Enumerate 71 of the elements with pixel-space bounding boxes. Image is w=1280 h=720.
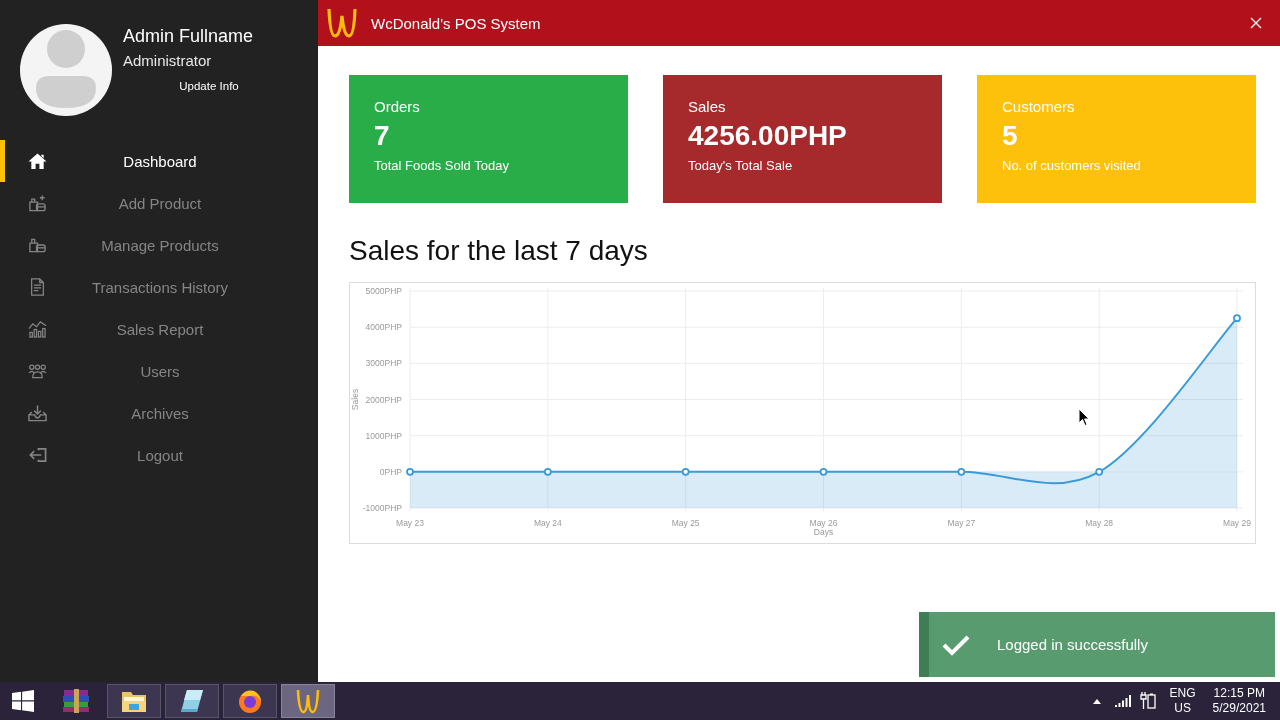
- sidebar-item[interactable]: Logout: [0, 434, 318, 476]
- arches-logo-icon: [326, 8, 358, 38]
- sidebar-item[interactable]: Archives: [0, 392, 318, 434]
- card-caption: Total Foods Sold Today: [374, 158, 509, 174]
- sidebar-item[interactable]: Transactions History: [0, 266, 318, 308]
- signal-icon[interactable]: [1114, 695, 1131, 707]
- data-point: [406, 467, 414, 476]
- taskbar-app-button[interactable]: [165, 684, 219, 718]
- arches-logo-icon: [294, 688, 322, 714]
- chart-icon: [27, 320, 47, 338]
- card-title: Orders: [374, 98, 420, 116]
- y-tick-label: 1000PHP: [365, 430, 402, 441]
- y-tick-label: 4000PHP: [365, 322, 402, 333]
- section-heading: Sales for the last 7 days: [349, 234, 648, 268]
- x-tick-label: May 26: [809, 518, 838, 528]
- window-title: WcDonald's POS System: [371, 14, 541, 32]
- language-indicator[interactable]: ENG US: [1169, 686, 1196, 716]
- card-caption: Today's Total Sale: [688, 158, 793, 174]
- y-tick-label: 5000PHP: [365, 286, 402, 296]
- card-value: 7: [374, 120, 390, 152]
- sidebar-item[interactable]: Manage Products: [0, 224, 318, 266]
- sidebar-item[interactable]: Add Product: [0, 182, 318, 224]
- battery-plug-icon[interactable]: [1139, 692, 1156, 710]
- y-tick-label: 2000PHP: [365, 394, 402, 405]
- home-icon: [27, 152, 47, 170]
- card-title: Sales: [688, 98, 726, 116]
- card-title: Customers: [1002, 98, 1075, 116]
- sidebar-item[interactable]: Users: [0, 350, 318, 392]
- x-tick-label: May 24: [533, 518, 562, 528]
- toast-message: Logged in successfully: [997, 636, 1148, 653]
- windows-icon: [12, 690, 34, 712]
- y-tick-label: 3000PHP: [365, 358, 402, 369]
- avatar-icon: [20, 24, 112, 116]
- taskbar-app-button[interactable]: [107, 684, 161, 718]
- user-role: Administrator: [123, 51, 212, 71]
- x-tick-label: May 23: [396, 518, 424, 528]
- users-icon: [27, 362, 47, 380]
- browser-icon: [236, 688, 264, 714]
- mouse-pointer-icon: [1078, 408, 1090, 427]
- x-tick-label: May 25: [671, 518, 700, 528]
- taskbar-app-button[interactable]: [223, 684, 277, 718]
- x-tick-label: May 28: [1085, 518, 1114, 528]
- update-info-link[interactable]: Update Info: [179, 78, 239, 94]
- y-tick-label: -1000PHP: [362, 503, 402, 513]
- sidebar-item[interactable]: Dashboard: [0, 140, 318, 182]
- data-point: [543, 467, 552, 476]
- data-point: [1095, 467, 1104, 476]
- data-point: [1233, 314, 1241, 323]
- sidebar-item[interactable]: Sales Report: [0, 308, 318, 350]
- check-icon: [942, 633, 970, 656]
- basket-icon: [27, 236, 47, 254]
- download-icon: [27, 404, 47, 422]
- close-icon: [1250, 17, 1262, 29]
- card-value: 5: [1002, 120, 1018, 152]
- basket-plus-icon: [27, 194, 47, 212]
- data-point: [957, 467, 966, 476]
- x-tick-label: May 29: [1223, 518, 1251, 528]
- x-axis-title: Days: [813, 527, 834, 537]
- sign-out-icon: [27, 446, 47, 464]
- card-caption: No. of customers visited: [1002, 158, 1141, 174]
- data-point: [681, 467, 690, 476]
- x-tick-label: May 27: [947, 518, 976, 528]
- data-point: [819, 467, 828, 476]
- books-icon: [62, 688, 90, 714]
- notepad-icon: [178, 688, 206, 714]
- card-value: 4256.00PHP: [688, 120, 847, 152]
- y-axis-title: Sales: [350, 388, 360, 411]
- clock[interactable]: 12:15 PM 5/29/2021: [1212, 686, 1266, 716]
- caret-up-icon[interactable]: [1092, 698, 1101, 704]
- user-name: Admin Fullname: [123, 25, 254, 47]
- y-tick-label: 0PHP: [379, 466, 402, 477]
